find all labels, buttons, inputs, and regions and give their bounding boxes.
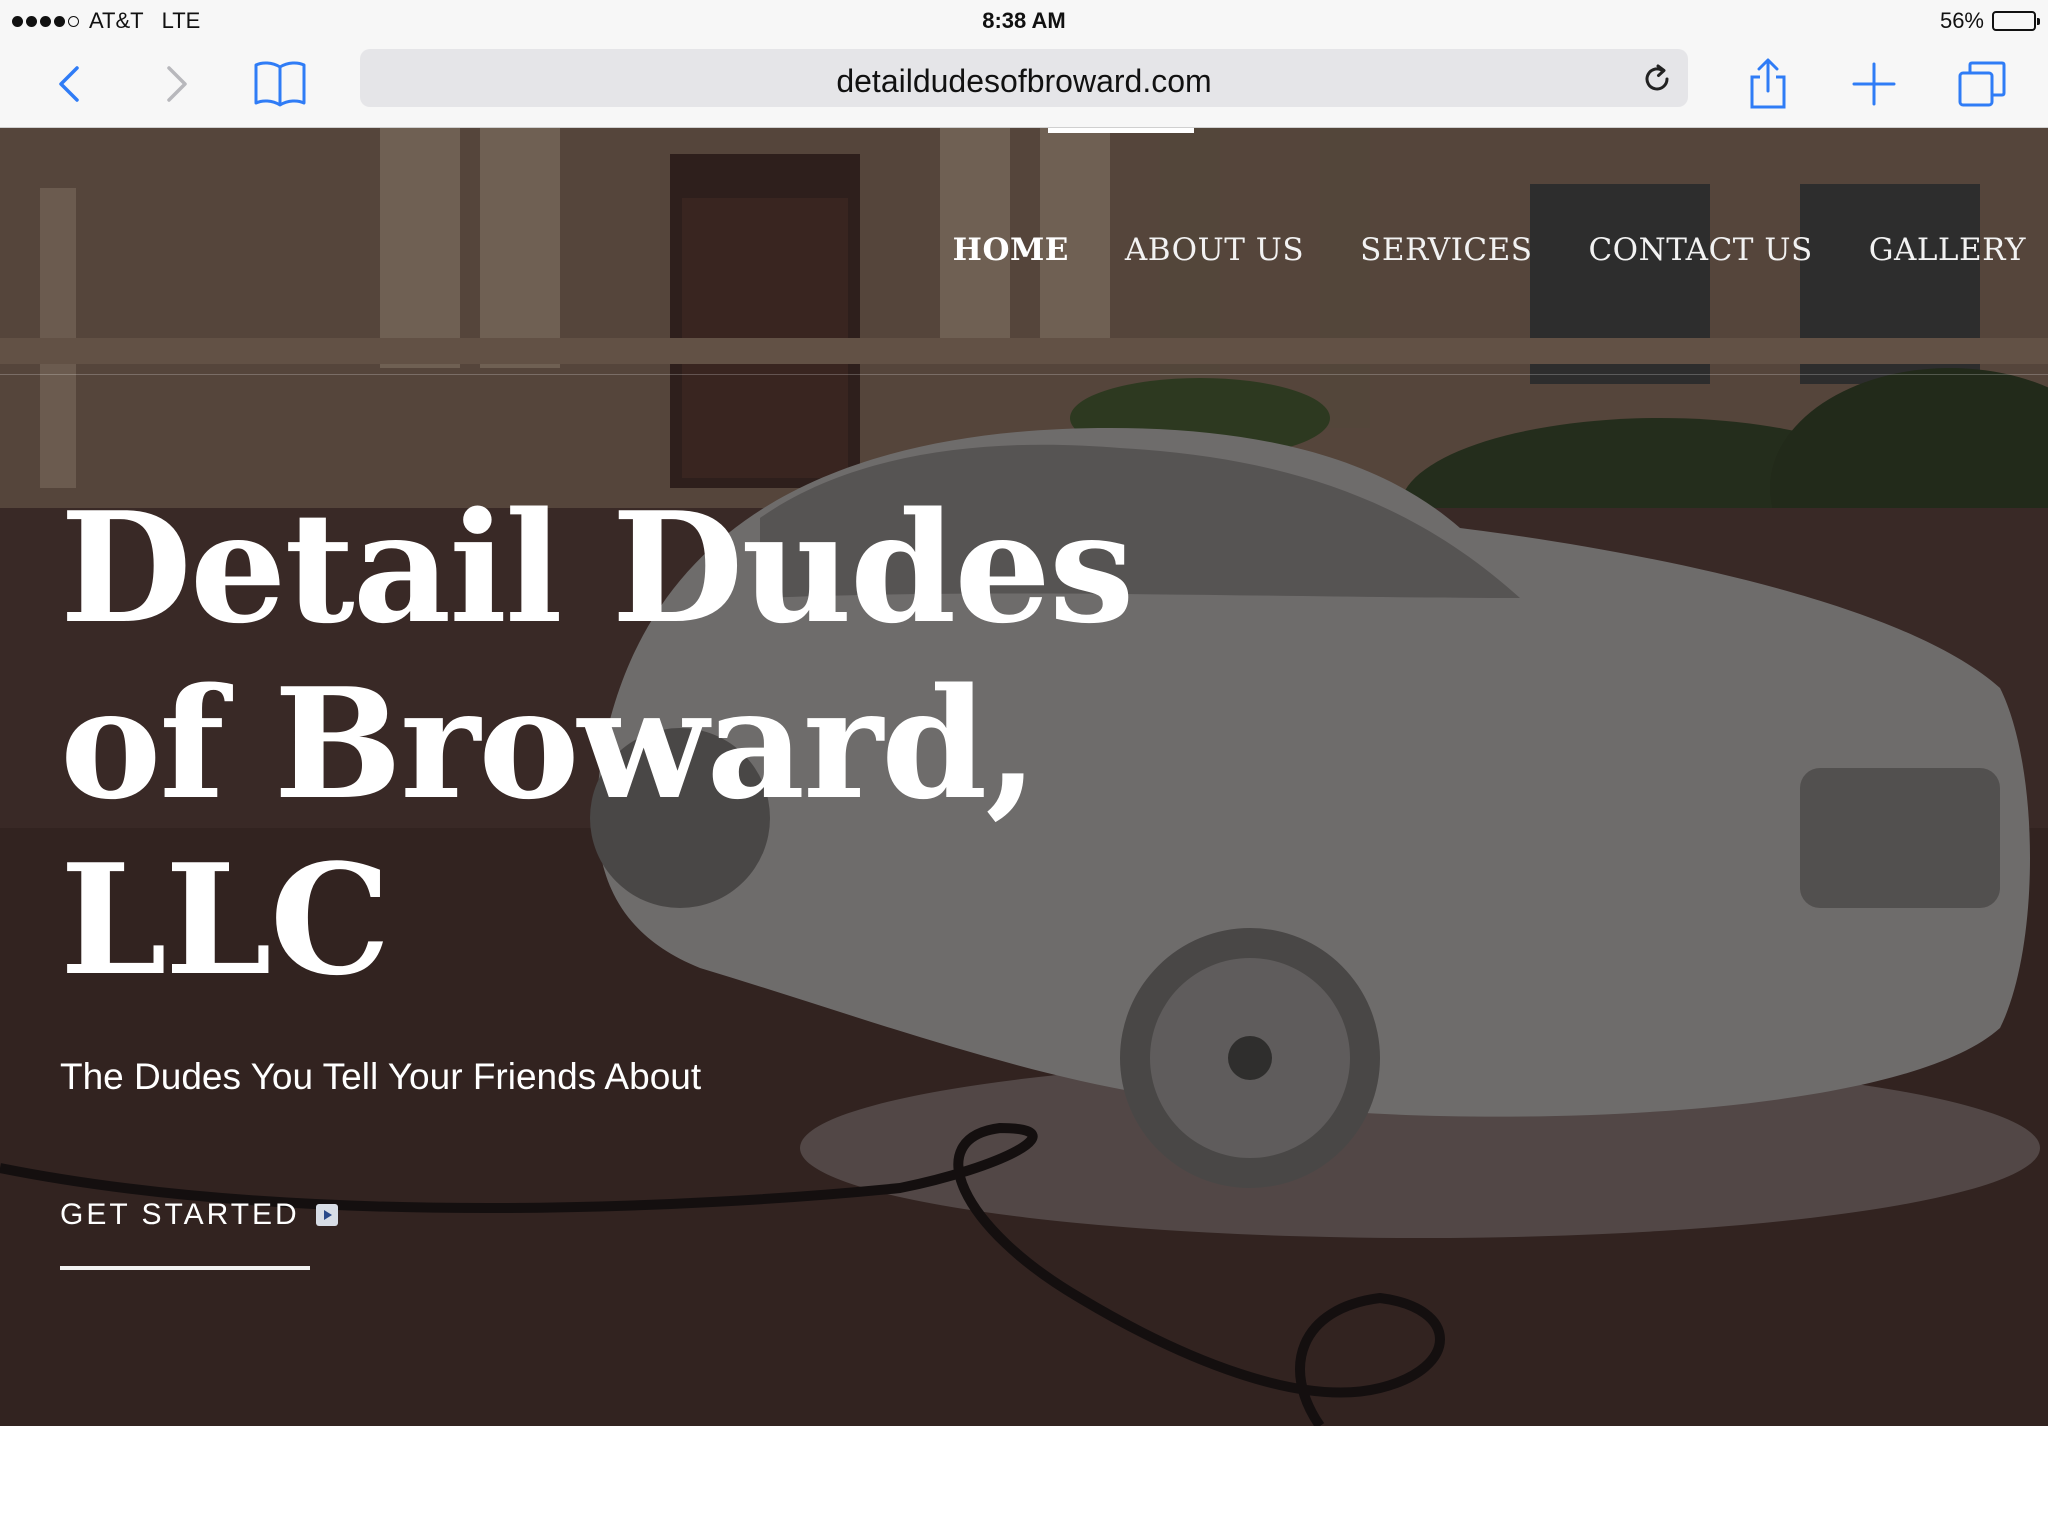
main-navigation: HOME ABOUT US SERVICES CONTACT US GALLER… bbox=[953, 232, 2026, 268]
bookmarks-button[interactable] bbox=[248, 56, 312, 112]
reload-button[interactable] bbox=[1640, 62, 1674, 96]
hero-tagline: The Dudes You Tell Your Friends About bbox=[60, 1056, 702, 1097]
page-scroll-indicator bbox=[1048, 128, 1194, 133]
plus-icon bbox=[1852, 62, 1896, 106]
chevron-right-icon bbox=[167, 66, 187, 102]
hero-title-line-1: Detail Dudes bbox=[60, 478, 1135, 657]
forward-button[interactable] bbox=[144, 56, 208, 112]
get-started-underline bbox=[60, 1266, 310, 1270]
nav-divider bbox=[0, 374, 2048, 375]
battery-percentage: 56% bbox=[1939, 8, 1984, 33]
get-started-button[interactable]: GET STARTED bbox=[60, 1198, 338, 1232]
address-bar[interactable]: detaildudesofbroward.com bbox=[360, 49, 1688, 107]
status-bar: AT&T LTE 8:38 AM 56% bbox=[0, 0, 2048, 42]
nav-item-gallery[interactable]: GALLERY bbox=[1869, 232, 2026, 268]
nav-item-home[interactable]: HOME bbox=[953, 232, 1069, 268]
hero-title: Detail Dudes of Broward, LLC bbox=[60, 480, 1260, 1008]
share-icon bbox=[1750, 58, 1786, 109]
tabs-button[interactable] bbox=[1950, 56, 2014, 112]
new-tab-button[interactable] bbox=[1842, 56, 1906, 112]
tabs-icon bbox=[1958, 61, 2006, 107]
url-text: detaildudesofbroward.com bbox=[836, 63, 1212, 99]
back-button[interactable] bbox=[38, 56, 102, 112]
get-started-label: GET STARTED bbox=[60, 1198, 300, 1231]
hero-section: HOME ABOUT US SERVICES CONTACT US GALLER… bbox=[0, 128, 2048, 1426]
nav-item-about-us[interactable]: ABOUT US bbox=[1125, 232, 1304, 268]
status-right: 56% bbox=[1939, 8, 2040, 34]
browser-toolbar: detaildudesofbroward.com bbox=[0, 42, 2048, 128]
reload-icon bbox=[1645, 64, 1669, 91]
chevron-left-icon bbox=[59, 66, 79, 102]
hero-title-line-3: LLC bbox=[60, 830, 391, 1009]
nav-item-contact-us[interactable]: CONTACT US bbox=[1588, 232, 1812, 268]
play-arrow-icon bbox=[315, 1204, 338, 1226]
nav-item-services[interactable]: SERVICES bbox=[1360, 232, 1532, 268]
battery-icon bbox=[1992, 11, 2040, 31]
hero-title-line-2: of Broward, bbox=[60, 654, 1038, 833]
bookmarks-icon bbox=[254, 61, 306, 107]
status-time: 8:38 AM bbox=[982, 8, 1066, 33]
share-button[interactable] bbox=[1736, 56, 1800, 112]
